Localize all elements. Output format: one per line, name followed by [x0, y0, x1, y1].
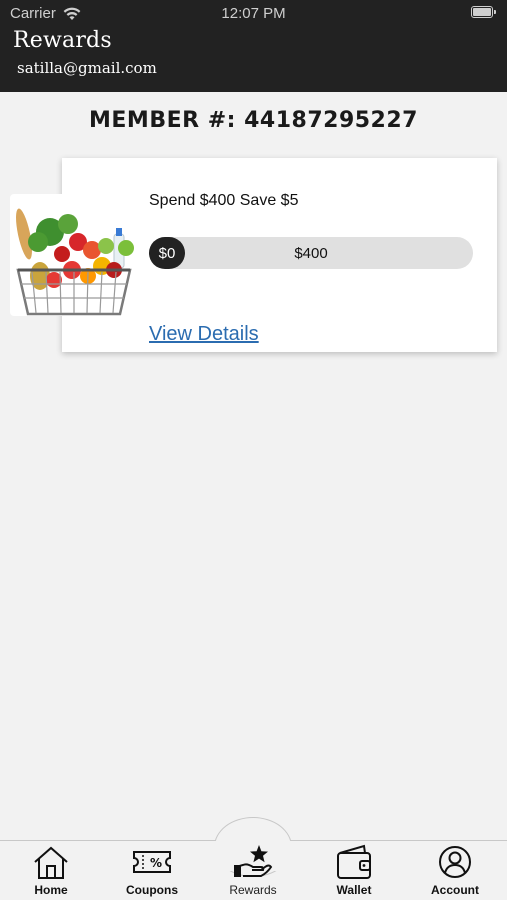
app-header: Carrier 12:07 PM Rewards satilla@gmail.c…: [0, 0, 507, 92]
progress-target-label: $400: [294, 244, 328, 262]
grocery-basket-image: [10, 194, 138, 316]
account-icon: [439, 846, 471, 878]
tab-rewards-label: Rewards: [229, 883, 277, 897]
user-email: satilla@gmail.com: [17, 59, 157, 77]
tab-home-label: Home: [34, 883, 68, 897]
tab-account-label: Account: [431, 883, 479, 897]
status-bar: Carrier 12:07 PM: [0, 0, 507, 28]
reward-progress-bar: $400 $0: [149, 237, 473, 269]
rewards-hand-star-icon: [234, 845, 273, 877]
svg-text:%: %: [150, 856, 162, 870]
home-icon: [34, 846, 68, 879]
member-number: MEMBER #: 44187295227: [89, 108, 418, 133]
tab-coupons[interactable]: % Coupons: [112, 843, 192, 900]
wallet-icon: [337, 844, 371, 879]
tab-wallet[interactable]: Wallet: [314, 843, 394, 900]
page-title: Rewards: [13, 28, 112, 53]
tab-rewards[interactable]: Rewards: [213, 843, 293, 900]
status-time: 12:07 PM: [221, 5, 286, 22]
tab-coupons-label: Coupons: [126, 883, 178, 897]
tab-wallet-label: Wallet: [336, 883, 372, 897]
view-details-link[interactable]: View Details: [149, 323, 259, 346]
reward-title: Spend $400 Save $5: [149, 192, 299, 209]
coupon-icon: %: [133, 851, 171, 873]
battery-icon: [471, 6, 496, 18]
tab-account[interactable]: Account: [415, 843, 495, 900]
progress-current-label: $0: [149, 237, 185, 269]
tab-home[interactable]: Home: [11, 843, 91, 900]
